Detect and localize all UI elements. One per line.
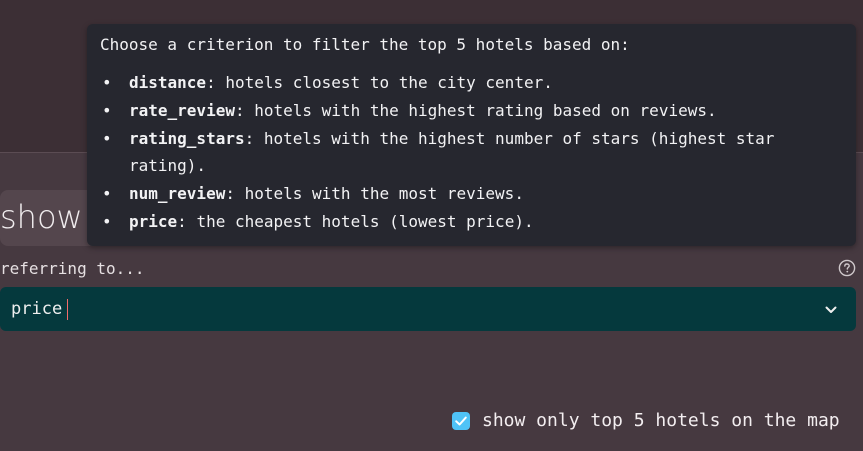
criterion-description: : hotels closest to the city center.	[206, 73, 553, 92]
criterion-item-num-review: • num_review: hotels with the most revie…	[100, 180, 843, 207]
criterion-term: num_review	[129, 184, 226, 203]
question-circle-icon[interactable]	[838, 259, 856, 277]
bullet-icon: •	[102, 73, 112, 92]
checkmark-icon	[455, 416, 467, 426]
page: show Choose a criterion to filter the to…	[0, 0, 863, 451]
criterion-list: • distance: hotels closest to the city c…	[100, 69, 843, 235]
map-filter-checkbox[interactable]	[452, 412, 470, 430]
criterion-term: distance	[129, 73, 207, 92]
bullet-icon: •	[102, 184, 112, 203]
criterion-item-distance: • distance: hotels closest to the city c…	[100, 69, 843, 96]
chevron-down-icon[interactable]	[823, 302, 839, 316]
text-caret	[67, 299, 68, 320]
map-filter-option[interactable]: show only top 5 hotels on the map	[452, 408, 840, 434]
criterion-tooltip: Choose a criterion to filter the top 5 h…	[87, 24, 856, 246]
criterion-item-rating-stars: • rating_stars: hotels with the highest …	[100, 125, 843, 179]
criterion-select[interactable]: price	[0, 287, 856, 331]
selected-criterion-value[interactable]: price	[11, 298, 62, 320]
criterion-term: rating_stars	[129, 129, 245, 148]
bullet-icon: •	[102, 212, 112, 231]
show-heading: show	[0, 198, 83, 236]
tooltip-intro: Choose a criterion to filter the top 5 h…	[100, 35, 630, 54]
bullet-icon: •	[102, 101, 112, 120]
bullet-icon: •	[102, 129, 112, 148]
criterion-description: : the cheapest hotels (lowest price).	[177, 212, 534, 231]
criterion-term: price	[129, 212, 178, 231]
criterion-description: : hotels with the highest rating based o…	[234, 101, 717, 120]
criterion-description: : hotels with the most reviews.	[225, 184, 524, 203]
criterion-label: referring to...	[0, 259, 145, 278]
criterion-item-price: • price: the cheapest hotels (lowest pri…	[100, 208, 843, 235]
map-filter-label[interactable]: show only top 5 hotels on the map	[482, 408, 840, 434]
criterion-item-rate-review: • rate_review: hotels with the highest r…	[100, 97, 843, 124]
criterion-term: rate_review	[129, 101, 235, 120]
